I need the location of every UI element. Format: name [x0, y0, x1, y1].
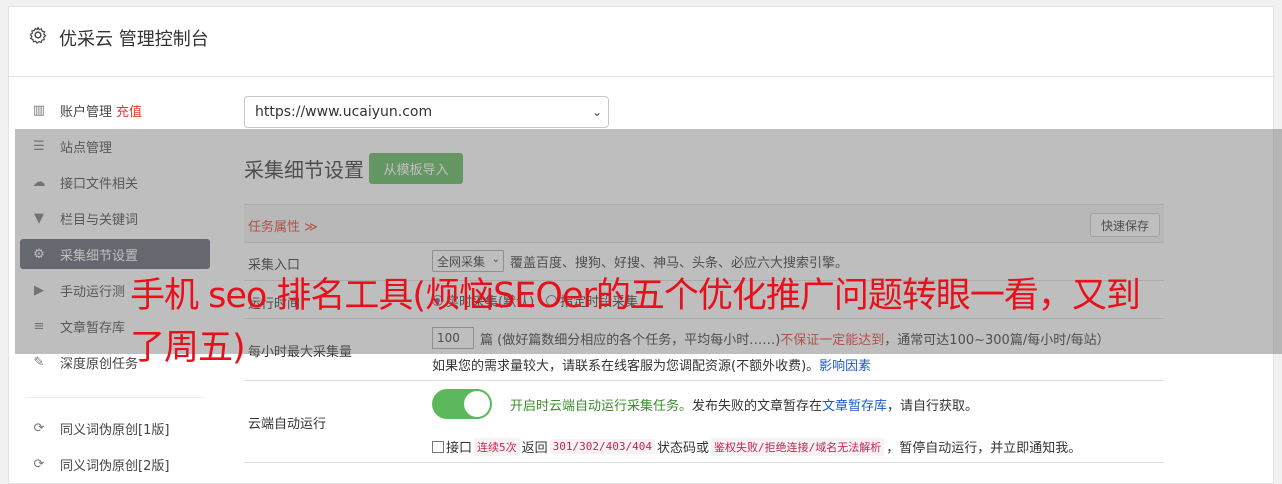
sidebar-item-label: 深度原创任务 [60, 356, 139, 372]
refresh-icon: ⟳ [33, 420, 45, 436]
cloud-run-desc-tail: ，请自行获取。 [887, 398, 979, 414]
sidebar-item-label: 同义词伪原创[1版] [60, 422, 170, 438]
recharge-link[interactable]: 充值 [116, 101, 142, 120]
notify-prefix: 接口 [446, 441, 473, 456]
code-errors: 鉴权失败/拒绝连接/域名无法解析 [711, 437, 885, 456]
chevron-down-icon: ⌄ [591, 105, 602, 119]
sidebar-item-label: 同义词伪原创[2版] [60, 458, 170, 474]
sidebar-item-account[interactable]: ▥ 账户管理 充值 [20, 92, 210, 128]
page-title: 优采云 管理控制台 [59, 29, 209, 50]
notify-tail: ，暂停自动运行，并立即通知我。 [886, 441, 1082, 456]
notify-checkbox[interactable] [432, 440, 444, 453]
site-select-value: https://www.ucaiyun.com [255, 104, 433, 120]
edit-icon: ✎ [33, 354, 45, 370]
bar-chart-icon: ▥ [32, 102, 46, 118]
cloud-run-line2: 接口 连续5次 返回 301/302/403/404 状态码或 鉴权失败/拒绝连… [432, 437, 1081, 456]
article-store-link[interactable]: 文章暂存库 [822, 395, 887, 414]
cloud-run-line1: 开启时云端自动运行采集任务。 发布失败的文章暂存在 文章暂存库 ，请自行获取。 [432, 389, 978, 419]
site-select[interactable]: https://www.ucaiyun.com ⌄ [244, 96, 609, 128]
gear-icon [29, 26, 47, 44]
code-status: 301/302/403/404 [549, 439, 655, 454]
sidebar-divider [26, 384, 204, 398]
toggle-knob [464, 391, 490, 417]
cloud-run-label: 云端自动运行 [248, 417, 327, 432]
cloud-run-enabled-text: 开启时云端自动运行采集任务。 [510, 398, 693, 414]
sidebar-item-label: 账户管理 [60, 104, 113, 120]
overlay-headline: 手机 seo 排名工具(烦恼SEOer的五个优化推广问题转眼一看，又到了周五) [130, 276, 1141, 368]
cloud-run-toggle[interactable] [432, 389, 492, 419]
cloud-run-desc: 发布失败的文章暂存在 [692, 398, 823, 414]
page-header: 优采云 管理控制台 [9, 7, 1275, 77]
sidebar-item-synonym-v1[interactable]: ⟳ 同义词伪原创[1版] [20, 410, 210, 446]
sidebar-item-synonym-v2[interactable]: ⟳ 同义词伪原创[2版] [20, 446, 210, 482]
cloud-run-row: 云端自动运行 开启时云端自动运行采集任务。 发布失败的文章暂存在 文章暂存库 ，… [244, 381, 1164, 463]
notify-mid1: 返回 [521, 441, 548, 456]
notify-mid2: 状态码或 [657, 441, 710, 456]
code-consecutive: 连续5次 [474, 437, 520, 456]
refresh-icon: ⟳ [33, 456, 45, 472]
